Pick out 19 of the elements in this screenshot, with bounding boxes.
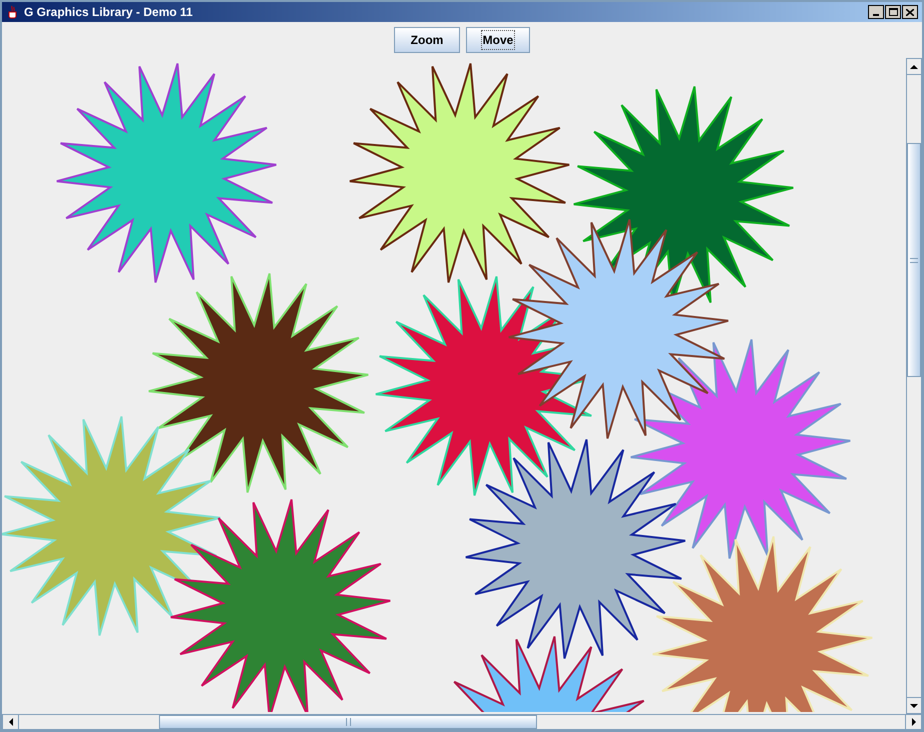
vertical-scrollbar[interactable] — [906, 58, 922, 714]
scroll-thumb[interactable] — [907, 143, 921, 377]
toolbar-button[interactable]: Zoom — [394, 27, 460, 53]
minimize-button[interactable] — [868, 5, 884, 19]
horizontal-scrollbar[interactable] — [2, 714, 922, 730]
down-arrow-icon — [910, 704, 918, 708]
left-arrow-icon — [8, 718, 12, 726]
close-icon — [906, 8, 914, 16]
grip-icon — [346, 718, 350, 726]
up-arrow-icon — [910, 64, 918, 68]
right-arrow-icon — [912, 718, 916, 726]
maximize-icon — [888, 8, 898, 16]
grip-icon — [910, 258, 918, 262]
scroll-thumb[interactable] — [159, 715, 537, 729]
window-title: G Graphics Library - Demo 11 — [24, 4, 194, 21]
maximize-button[interactable] — [885, 5, 901, 19]
close-button[interactable] — [902, 5, 918, 19]
minimize-icon — [873, 14, 879, 16]
toolbar-button[interactable]: Move — [466, 27, 530, 53]
